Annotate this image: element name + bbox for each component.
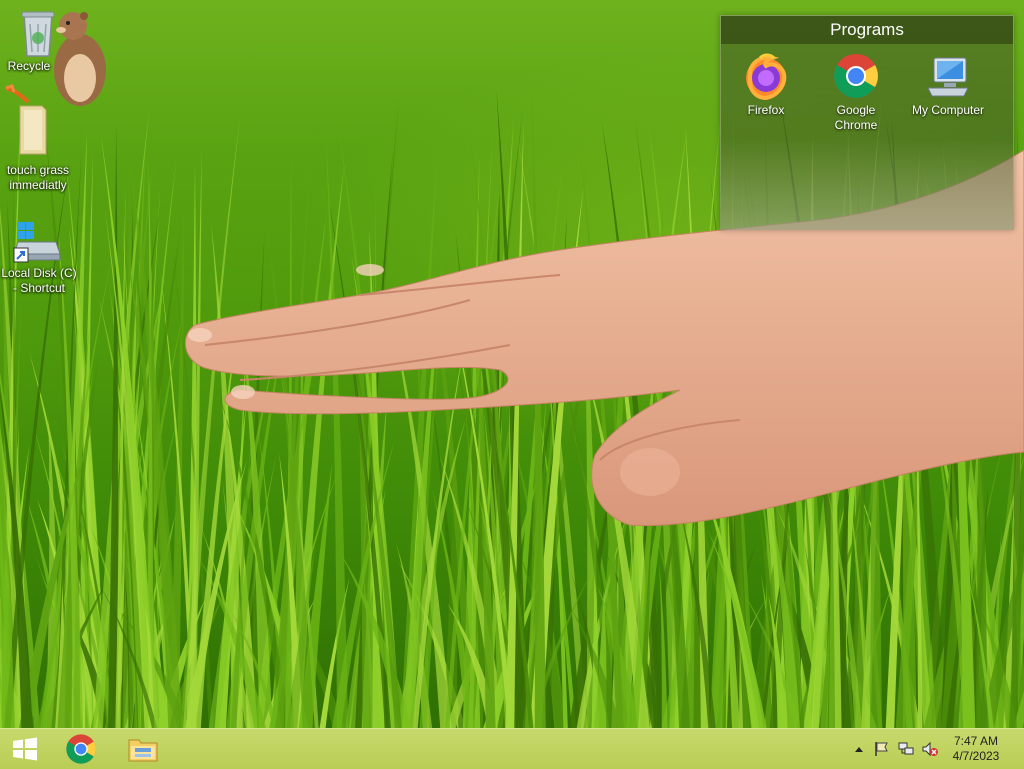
clock-date: 4/7/2023 — [952, 749, 1000, 763]
local-disk-icon — [13, 222, 61, 263]
start-button[interactable] — [0, 729, 50, 769]
firefox-icon — [746, 53, 787, 100]
computer-icon — [927, 57, 969, 97]
taskbar-chrome-button[interactable] — [58, 729, 104, 769]
volume-muted-icon — [922, 741, 938, 757]
action-center-button[interactable] — [873, 740, 891, 758]
touch-grass-folder[interactable]: touch grass immediatly — [0, 84, 76, 192]
programs-gadget: Programs Firefox Google Chrome My Comput… — [720, 15, 1014, 230]
recycle-bin-label: Recycle — [7, 59, 51, 73]
firefox-launcher[interactable]: Firefox — [723, 52, 809, 118]
clock-time: 7:47 AM — [953, 734, 999, 748]
action-center-flag-icon — [875, 742, 888, 756]
show-hidden-icons-button[interactable] — [850, 740, 868, 758]
chrome-icon — [834, 54, 878, 98]
local-disk-label: Local Disk (C) - Shortcut — [1, 266, 77, 295]
desktop[interactable]: Recycle touch grass immediatly Local Dis… — [0, 0, 1024, 728]
windows-logo-icon — [13, 737, 37, 761]
clock[interactable]: 7:47 AM 4/7/2023 — [946, 734, 1006, 764]
chrome-icon — [66, 734, 96, 764]
network-icon — [898, 742, 914, 755]
chrome-launcher[interactable]: Google Chrome — [813, 52, 899, 133]
taskbar-file-explorer-button[interactable] — [120, 729, 166, 769]
network-button[interactable] — [897, 740, 915, 758]
my-computer-launcher[interactable]: My Computer — [905, 52, 991, 118]
chevron-up-icon — [855, 747, 863, 752]
chrome-label: Google Chrome — [834, 103, 878, 132]
folder-icon — [5, 84, 47, 155]
my-computer-label: My Computer — [911, 103, 985, 117]
taskbar: 7:47 AM 4/7/2023 — [0, 728, 1024, 769]
file-explorer-icon — [128, 739, 158, 762]
programs-title: Programs — [721, 16, 1013, 44]
volume-button[interactable] — [921, 740, 939, 758]
touch-grass-label: touch grass immediatly — [6, 163, 70, 192]
firefox-label: Firefox — [747, 103, 785, 117]
local-disk-shortcut[interactable]: Local Disk (C) - Shortcut — [0, 220, 77, 295]
